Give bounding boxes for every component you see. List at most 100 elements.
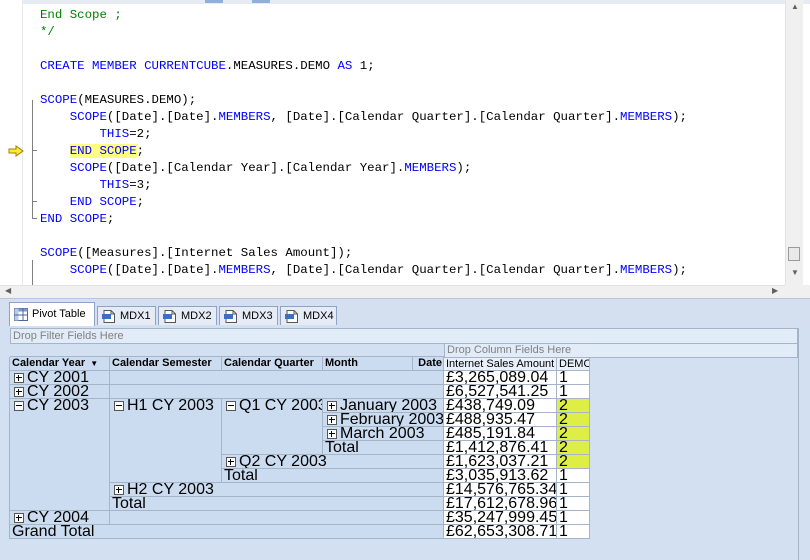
- row-header-cy2004[interactable]: CY 2004: [10, 511, 110, 525]
- demo-cell[interactable]: 1: [557, 483, 590, 497]
- scroll-left-icon[interactable]: ◀: [5, 286, 11, 295]
- editor-vertical-scrollbar[interactable]: ▲ ▼: [785, 0, 803, 285]
- mdx-script-editor[interactable]: End Scope ; */ CREATE MEMBER CURRENTCUBE.M…: [0, 0, 810, 299]
- code-line[interactable]: CREATE MEMBER CURRENTCUBE.MEASURES.DEMO …: [40, 58, 375, 75]
- code-token: */: [40, 25, 55, 39]
- sales-cell[interactable]: £1,623,037.21: [444, 455, 557, 469]
- table-left-border: [9, 357, 10, 539]
- sales-cell[interactable]: £438,749.09: [444, 399, 557, 413]
- collapse-icon[interactable]: [14, 401, 24, 411]
- tab-mdx4[interactable]: MDX4: [280, 306, 337, 325]
- demo-cell[interactable]: 1: [557, 525, 590, 539]
- sales-cell[interactable]: £35,247,999.45: [444, 511, 557, 525]
- expand-icon[interactable]: [327, 429, 337, 439]
- code-token: CURRENTCUBE: [144, 59, 226, 73]
- sales-cell[interactable]: £6,527,541.25: [444, 385, 557, 399]
- code-line[interactable]: END SCOPE;: [40, 194, 144, 211]
- code-line[interactable]: SCOPE([Date].[Date].MEMBERS, [Date].[Cal…: [40, 262, 687, 279]
- demo-cell[interactable]: 1: [557, 371, 590, 385]
- code-token: (MEASURES.DEMO);: [77, 93, 197, 107]
- demo-cell-highlighted[interactable]: 2: [557, 455, 590, 469]
- code-line[interactable]: THIS=2;: [40, 126, 151, 143]
- column-drop-zone[interactable]: Drop Column Fields Here: [444, 344, 798, 358]
- pivot-table-pane: Drop Filter Fields Here Drop Column Fiel…: [0, 326, 810, 560]
- code-line[interactable]: THIS=3;: [40, 177, 151, 194]
- tab-label: Pivot Table: [32, 308, 86, 320]
- dropdown-arrow-icon[interactable]: ▼: [90, 359, 98, 368]
- measure-header-internet-sales[interactable]: Internet Sales Amount: [444, 357, 557, 371]
- code-token: AS: [337, 59, 353, 73]
- demo-cell[interactable]: 1: [557, 497, 590, 511]
- demo-cell-highlighted[interactable]: 2: [557, 441, 590, 455]
- pivot-table-icon: [14, 308, 28, 321]
- field-header-calendar-quarter[interactable]: Calendar Quarter: [222, 357, 323, 371]
- tab-mdx1[interactable]: MDX1: [97, 306, 156, 325]
- field-header-calendar-semester[interactable]: Calendar Semester: [110, 357, 222, 371]
- editor-horizontal-scrollbar[interactable]: ◀ ▶: [0, 285, 785, 299]
- expand-icon[interactable]: [14, 387, 24, 397]
- filter-drop-zone[interactable]: Drop Filter Fields Here: [10, 328, 798, 344]
- expand-icon[interactable]: [14, 513, 24, 523]
- tab-mdx2[interactable]: MDX2: [158, 306, 217, 325]
- sales-cell[interactable]: £17,612,678.96: [444, 497, 557, 511]
- row-header-feb[interactable]: February 2003: [323, 413, 444, 427]
- sales-cell[interactable]: £62,653,308.71: [444, 525, 557, 539]
- code-token: );: [672, 263, 687, 277]
- code-line[interactable]: SCOPE([Date].[Date].MEMBERS, [Date].[Cal…: [40, 109, 687, 126]
- code-line[interactable]: SCOPE([Date].[Calendar Year].[Calendar Y…: [40, 160, 472, 177]
- row-header-q2[interactable]: Q2 CY 2003: [222, 455, 444, 469]
- sales-cell[interactable]: £488,935.47: [444, 413, 557, 427]
- row-header-grand-total: Grand Total: [10, 525, 444, 539]
- demo-cell-highlighted[interactable]: 2: [557, 399, 590, 413]
- row-header-mar[interactable]: March 2003: [323, 427, 444, 441]
- code-line[interactable]: SCOPE([Measures].[Internet Sales Amount]…: [40, 245, 352, 262]
- code-token: ([Date].[Date].: [106, 110, 219, 124]
- collapse-icon[interactable]: [114, 401, 124, 411]
- expand-icon[interactable]: [114, 485, 124, 495]
- code-area[interactable]: End Scope ; */ CREATE MEMBER CURRENTCUBE.M…: [0, 0, 785, 285]
- row-header-h1[interactable]: H1 CY 2003: [110, 399, 222, 483]
- expand-icon[interactable]: [226, 457, 236, 467]
- sales-cell[interactable]: £1,412,876.41: [444, 441, 557, 455]
- code-token: END SCOPE: [69, 144, 137, 158]
- sales-cell[interactable]: £14,576,765.34: [444, 483, 557, 497]
- scrollbar-thumb[interactable]: [788, 247, 800, 261]
- row-header-q1-total: Total: [323, 441, 444, 455]
- scroll-right-icon[interactable]: ▶: [772, 286, 778, 295]
- tab-pivot-table[interactable]: Pivot Table: [9, 302, 95, 326]
- code-line[interactable]: END SCOPE;: [40, 211, 114, 228]
- sales-cell[interactable]: £485,191.84: [444, 427, 557, 441]
- row-header-cy2003[interactable]: CY 2003: [10, 399, 110, 511]
- demo-cell[interactable]: 1: [557, 469, 590, 483]
- row-header-jan[interactable]: January 2003: [323, 399, 444, 413]
- code-line[interactable]: SCOPE(MEASURES.DEMO);: [40, 92, 196, 109]
- demo-cell[interactable]: 1: [557, 385, 590, 399]
- code-line[interactable]: */: [40, 24, 55, 41]
- collapse-icon[interactable]: [226, 401, 236, 411]
- code-token: SCOPE: [40, 93, 78, 107]
- demo-cell-highlighted[interactable]: 2: [557, 427, 590, 441]
- code-line[interactable]: End Scope ;: [40, 7, 122, 24]
- sales-cell[interactable]: £3,035,913.62: [444, 469, 557, 483]
- row-header-cy2001[interactable]: CY 2001: [10, 371, 110, 385]
- row-header-h2[interactable]: H2 CY 2003: [110, 483, 444, 497]
- field-header-month[interactable]: Month: [323, 357, 413, 371]
- scroll-down-icon[interactable]: ▼: [791, 268, 799, 277]
- tab-mdx3[interactable]: MDX3: [219, 306, 278, 325]
- mdx-query-icon: [102, 310, 115, 323]
- expand-icon[interactable]: [327, 401, 337, 411]
- expand-icon[interactable]: [327, 415, 337, 425]
- demo-cell-highlighted[interactable]: 2: [557, 413, 590, 427]
- row-header-cy2002[interactable]: CY 2002: [10, 385, 110, 399]
- outline-guide: [32, 260, 33, 285]
- demo-cell[interactable]: 1: [557, 511, 590, 525]
- expand-icon[interactable]: [14, 373, 24, 383]
- measure-header-demo[interactable]: DEMO: [557, 357, 590, 371]
- sales-cell[interactable]: £3,265,089.04: [444, 371, 557, 385]
- code-token: MEMBERS: [620, 263, 673, 277]
- scroll-up-icon[interactable]: ▲: [791, 2, 799, 11]
- field-header-date[interactable]: Date: [413, 357, 444, 371]
- field-header-calendar-year[interactable]: Calendar Year ▼: [10, 357, 110, 371]
- code-line[interactable]: END SCOPE;: [40, 143, 144, 160]
- row-header-q1[interactable]: Q1 CY 2003: [222, 399, 323, 455]
